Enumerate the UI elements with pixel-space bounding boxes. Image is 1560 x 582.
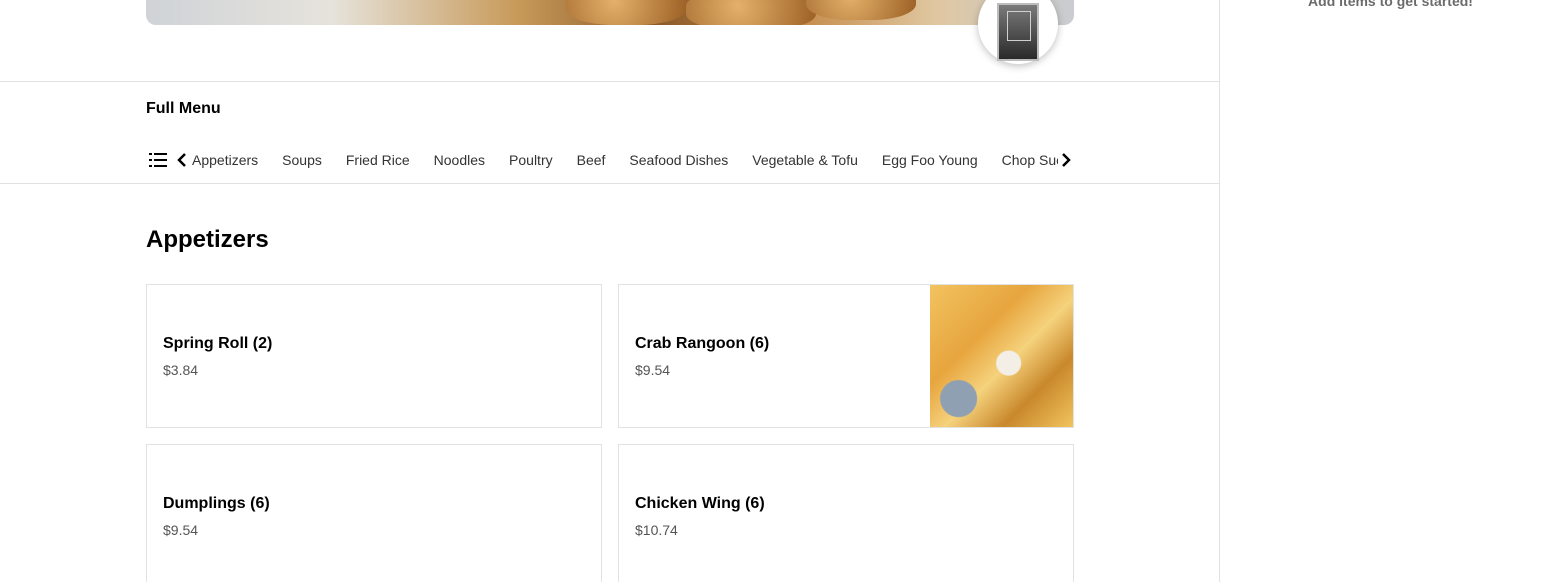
menu-item-card[interactable]: Spring Roll (2) $3.84	[146, 284, 602, 428]
item-name: Dumplings (6)	[163, 495, 270, 512]
chevron-left-icon[interactable]	[174, 148, 190, 172]
store-banner-image	[146, 0, 1074, 25]
restaurant-logo	[978, 0, 1058, 64]
item-price: $9.54	[163, 522, 199, 538]
tab-appetizers[interactable]: Appetizers	[192, 146, 258, 174]
item-price: $10.74	[635, 522, 678, 538]
tab-vegetable-tofu[interactable]: Vegetable & Tofu	[752, 146, 858, 174]
tab-poultry[interactable]: Poultry	[509, 146, 553, 174]
divider	[0, 183, 1219, 184]
tab-egg-foo-young[interactable]: Egg Foo Young	[882, 146, 978, 174]
tab-seafood-dishes[interactable]: Seafood Dishes	[629, 146, 728, 174]
chevron-right-icon[interactable]	[1058, 148, 1074, 172]
divider	[0, 81, 1219, 82]
tab-beef[interactable]: Beef	[577, 146, 606, 174]
tab-soups[interactable]: Soups	[282, 146, 322, 174]
category-nav: Appetizers Soups Fried Rice Noodles Poul…	[146, 146, 1074, 174]
item-price: $9.54	[635, 362, 671, 378]
tab-chop-suey[interactable]: Chop Suey	[1002, 146, 1058, 174]
tab-fried-rice[interactable]: Fried Rice	[346, 146, 410, 174]
item-price: $3.84	[163, 362, 199, 378]
tab-noodles[interactable]: Noodles	[434, 146, 485, 174]
category-tabs: Appetizers Soups Fried Rice Noodles Poul…	[192, 146, 1058, 174]
menu-item-card[interactable]: Dumplings (6) $9.54	[146, 444, 602, 582]
cart-sidebar: Add items to get started!	[1221, 0, 1560, 582]
category-list-icon[interactable]	[146, 148, 170, 172]
cart-empty-message: Add items to get started!	[1308, 0, 1473, 9]
menu-item-card[interactable]: Crab Rangoon (6) $9.54	[618, 284, 1074, 428]
item-name: Spring Roll (2)	[163, 335, 273, 352]
main-content: Full Menu Appetizers Soups Fried Rice No…	[0, 0, 1220, 582]
section-title: Appetizers	[146, 226, 269, 253]
item-photo	[930, 285, 1073, 427]
item-name: Crab Rangoon (6)	[635, 335, 770, 352]
item-name: Chicken Wing (6)	[635, 495, 765, 512]
menu-item-card[interactable]: Chicken Wing (6) $10.74	[618, 444, 1074, 582]
menu-title: Full Menu	[146, 100, 221, 117]
